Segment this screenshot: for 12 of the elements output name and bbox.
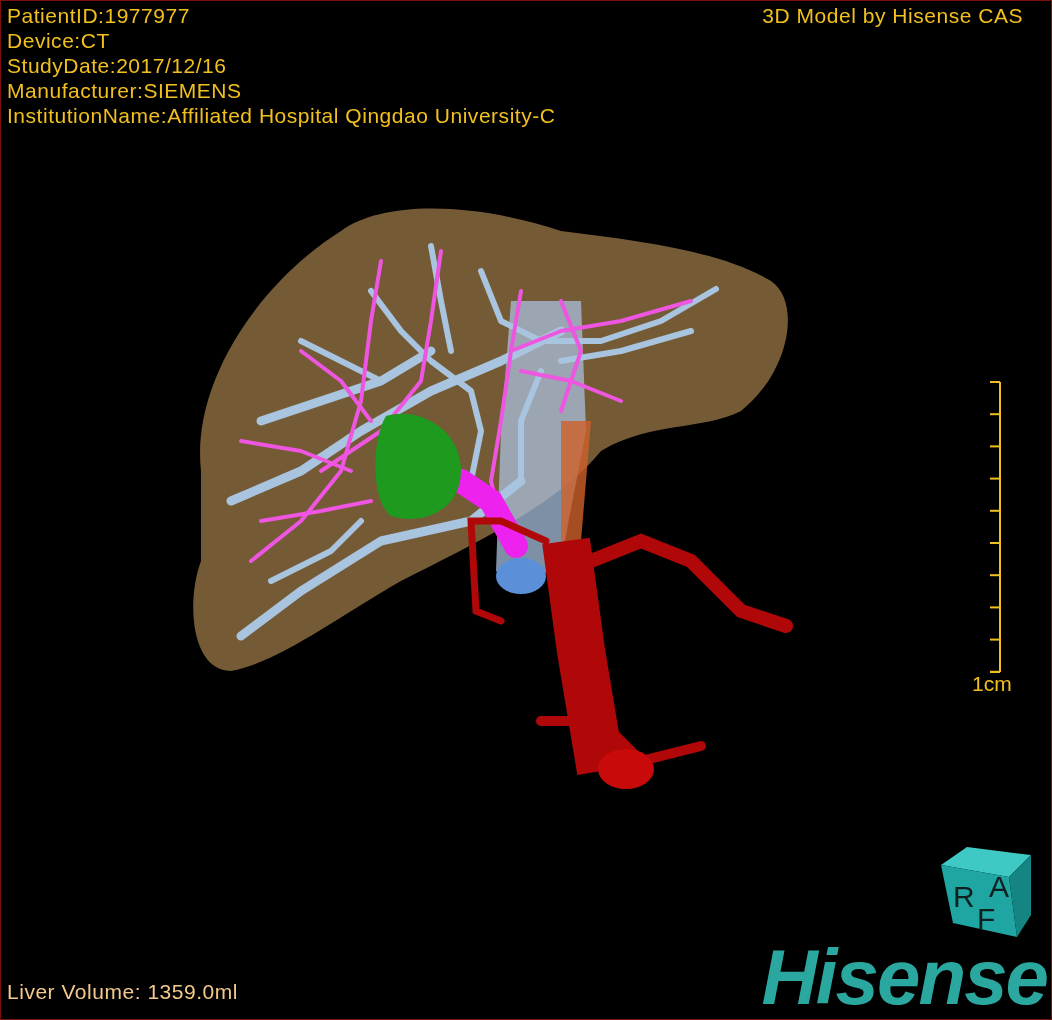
logo-text: Hisense: [761, 937, 1047, 1017]
scale-label: 1cm: [972, 671, 1012, 696]
info-text: Device:CT: [7, 28, 111, 53]
credit-text: 3D Model by Hisense CAS: [762, 3, 1023, 28]
cube-face-letter: F: [977, 902, 996, 935]
cube-face-letter: A: [989, 870, 1009, 903]
cube-face-letter: R: [953, 880, 975, 913]
info-text: Manufacturer:SIEMENS: [7, 78, 243, 103]
info-text: PatientID:1977977: [7, 3, 191, 28]
info-text: StudyDate:2017/12/16: [7, 53, 228, 78]
info-text: InstitutionName:Affiliated Hospital Qingdao University-C: [7, 103, 556, 128]
liver-volume-text: Liver Volume: 1359.0ml: [7, 979, 238, 1004]
